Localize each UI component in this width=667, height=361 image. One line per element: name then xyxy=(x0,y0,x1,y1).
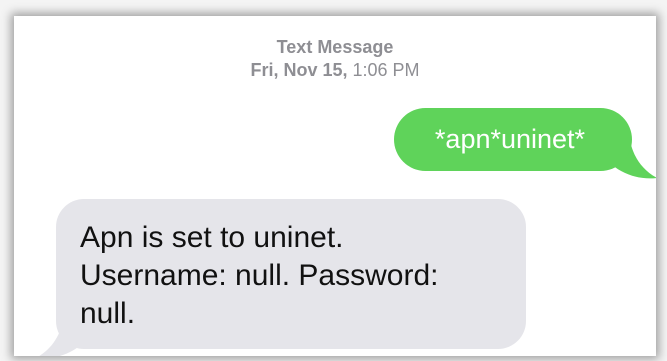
incoming-message-line: Username: null. Password: xyxy=(80,259,439,292)
incoming-message-bubble[interactable]: Apn is set to uninet. Username: null. Pa… xyxy=(56,199,526,349)
timestamp: Fri, Nov 15, 1:06 PM xyxy=(14,59,656,82)
screenshot-frame: Text Message Fri, Nov 15, 1:06 PM *apn*u… xyxy=(0,0,667,361)
incoming-message-line: null. xyxy=(80,297,136,330)
message-thread: Text Message Fri, Nov 15, 1:06 PM *apn*u… xyxy=(14,16,656,356)
incoming-message-line: Apn is set to uninet. xyxy=(80,221,344,254)
timestamp-date: Fri, Nov 15, xyxy=(250,60,348,80)
outgoing-message-bubble[interactable]: *apn*uninet* xyxy=(394,108,632,171)
service-label: Text Message xyxy=(276,37,394,57)
thread-header: Text Message Fri, Nov 15, 1:06 PM xyxy=(14,36,656,82)
outgoing-message-text: *apn*uninet* xyxy=(434,124,586,154)
timestamp-time: 1:06 PM xyxy=(352,60,420,80)
